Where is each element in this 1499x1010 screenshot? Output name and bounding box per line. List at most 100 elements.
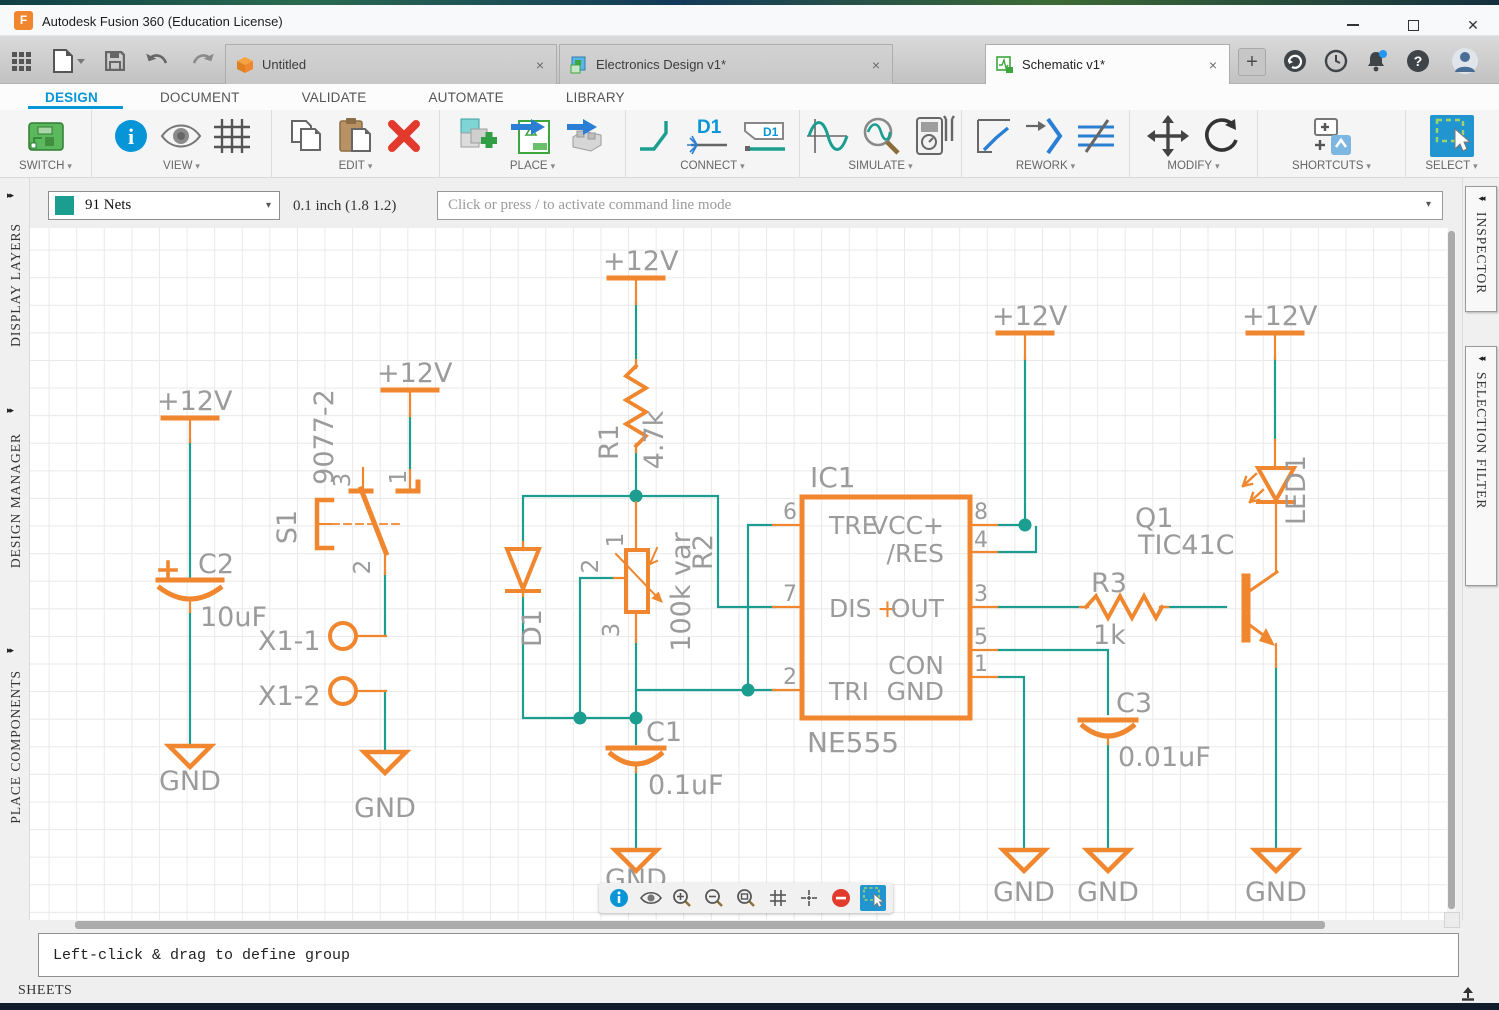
zoom-in-button[interactable] (669, 885, 695, 911)
component-d1[interactable] (507, 549, 539, 591)
net-label-icon[interactable]: D1 (687, 115, 731, 157)
s1-pin1: 1 (386, 470, 412, 485)
rotate-icon[interactable] (1199, 115, 1241, 157)
delete-icon[interactable] (385, 117, 423, 155)
component-q1[interactable] (1246, 572, 1277, 646)
net-wire (1275, 357, 1276, 848)
vertical-scrollbar-thumb[interactable] (1448, 231, 1455, 909)
ic1-pin-res: /RES (887, 539, 944, 568)
ribbon-label-edit[interactable]: EDIT▾ (339, 160, 373, 172)
component-s1[interactable] (317, 482, 418, 553)
info-mode-button[interactable] (606, 885, 632, 911)
schematic-canvas[interactable]: +12V +12V +12V +12V +12V GND GND GND GND… (30, 228, 1448, 920)
sine-wave-icon[interactable] (805, 116, 849, 156)
expand-place-components-icon[interactable]: ▸▸ (7, 645, 12, 656)
net-wire (997, 677, 1024, 848)
ribbon-label-select[interactable]: SELECT▾ (1425, 160, 1477, 172)
ribbon-label-shortcuts[interactable]: SHORTCUTS▾ (1292, 160, 1371, 172)
file-menu-button[interactable] (48, 48, 88, 74)
panel-tab-design-manager[interactable]: DESIGN MANAGER (8, 433, 24, 568)
tab-close-icon[interactable]: × (1207, 57, 1219, 73)
ribbon-label-connect[interactable]: CONNECT▾ (680, 160, 744, 172)
panel-tab-display-layers[interactable]: DISPLAY LAYERS (8, 223, 24, 347)
command-line-input[interactable] (437, 191, 1443, 220)
rework-route-icon[interactable] (974, 116, 1014, 156)
menu-validate[interactable]: VALIDATE (302, 90, 367, 105)
dock-panel-icon[interactable] (1459, 986, 1477, 1002)
tab-schematic[interactable]: Schematic v1* × (985, 44, 1230, 84)
chevron-down-icon[interactable]: ▾ (1426, 199, 1431, 210)
expand-display-layers-icon[interactable]: ▸▸ (7, 190, 12, 201)
help-button[interactable]: ? (1403, 46, 1433, 76)
panel-tab-inspector[interactable]: ◂◂ INSPECTOR (1465, 186, 1497, 312)
place-3d-part-icon[interactable] (563, 115, 609, 157)
ribbon-label-place[interactable]: PLACE▾ (510, 160, 555, 172)
shortcuts-keys-icon[interactable] (1309, 115, 1355, 157)
notifications-button[interactable] (1362, 46, 1392, 76)
menu-automate[interactable]: AUTOMATE (428, 90, 503, 105)
component-c3[interactable] (1080, 720, 1136, 736)
save-button[interactable] (102, 48, 128, 74)
zoom-out-button[interactable] (701, 885, 727, 911)
plus-icon: + (1246, 51, 1258, 74)
app-grid-button[interactable] (8, 48, 34, 74)
ribbon-label-switch[interactable]: SWITCH▾ (19, 160, 72, 172)
group-select-button[interactable] (860, 885, 886, 911)
copy-icon[interactable] (289, 116, 327, 156)
junction-dot (630, 712, 643, 725)
move-icon[interactable] (1147, 115, 1189, 157)
visibility-button[interactable] (638, 885, 664, 911)
rework-arrow-icon[interactable] (1024, 116, 1064, 156)
nets-dropdown[interactable]: 91 Nets ▾ (48, 191, 280, 220)
component-x1-2-pad[interactable] (330, 678, 356, 704)
place-schematic-icon[interactable] (509, 115, 553, 157)
info-mode-icon[interactable]: i (112, 117, 150, 155)
right-panel-strip: ◂◂ INSPECTOR ◂◂ SELECTION FILTER (1462, 178, 1499, 920)
name-tag-icon[interactable]: D1 (741, 115, 789, 157)
ribbon-label-rework[interactable]: REWORK▾ (1016, 160, 1075, 172)
selection-filter-label: SELECTION FILTER (1473, 372, 1489, 509)
menu-design[interactable]: DESIGN (45, 90, 98, 105)
stop-command-button[interactable] (828, 885, 854, 911)
component-r2[interactable] (616, 548, 663, 612)
expand-design-manager-icon[interactable]: ▸▸ (7, 405, 12, 416)
sheets-panel-label[interactable]: SHEETS (18, 983, 72, 999)
recent-activity-button[interactable] (1321, 46, 1351, 76)
probe-magnifier-icon[interactable] (859, 115, 903, 157)
vertical-scrollbar[interactable] (1447, 231, 1456, 912)
select-tool-icon[interactable] (1429, 114, 1475, 158)
tab-electronics-design[interactable]: Electronics Design v1* × (559, 44, 893, 84)
component-x1-1-pad[interactable] (330, 623, 356, 649)
job-status-button[interactable] (1280, 46, 1310, 76)
ribbon-label-view[interactable]: VIEW▾ (163, 160, 200, 172)
undo-button[interactable] (144, 48, 170, 74)
new-tab-button[interactable]: + (1238, 48, 1266, 76)
ribbon-label-simulate[interactable]: SIMULATE▾ (848, 160, 912, 172)
panel-tab-place-components[interactable]: PLACE COMPONENTS (8, 670, 24, 824)
grid-settings-icon[interactable] (212, 117, 252, 155)
place-component-icon[interactable] (457, 115, 499, 157)
rework-align-icon[interactable] (1074, 116, 1118, 156)
menu-document[interactable]: DOCUMENT (160, 90, 240, 105)
ribbon-label-modify[interactable]: MODIFY▾ (1167, 160, 1219, 172)
tab-untitled[interactable]: Untitled × (225, 44, 557, 84)
user-avatar[interactable] (1450, 46, 1480, 76)
component-r3[interactable] (1086, 596, 1162, 618)
avatar-icon (1451, 47, 1479, 75)
tab-close-icon[interactable]: × (870, 57, 882, 73)
tab-close-icon[interactable]: × (534, 57, 546, 73)
panel-tab-selection-filter[interactable]: ◂◂ SELECTION FILTER (1465, 346, 1497, 586)
zoom-fit-button[interactable] (733, 885, 759, 911)
grid-toggle-button[interactable] (765, 885, 791, 911)
menu-library[interactable]: LIBRARY (566, 90, 625, 105)
switch-board-icon[interactable] (24, 116, 68, 156)
component-c1[interactable] (608, 748, 664, 764)
paste-icon[interactable] (337, 116, 375, 156)
eye-icon[interactable] (160, 119, 202, 153)
net-wire-icon[interactable] (637, 116, 677, 156)
schematic-doc-icon (996, 56, 1014, 74)
horizontal-scrollbar-thumb[interactable] (75, 921, 1325, 929)
redo-button[interactable] (190, 48, 216, 74)
origin-toggle-button[interactable] (796, 885, 822, 911)
multimeter-icon[interactable] (913, 115, 957, 157)
